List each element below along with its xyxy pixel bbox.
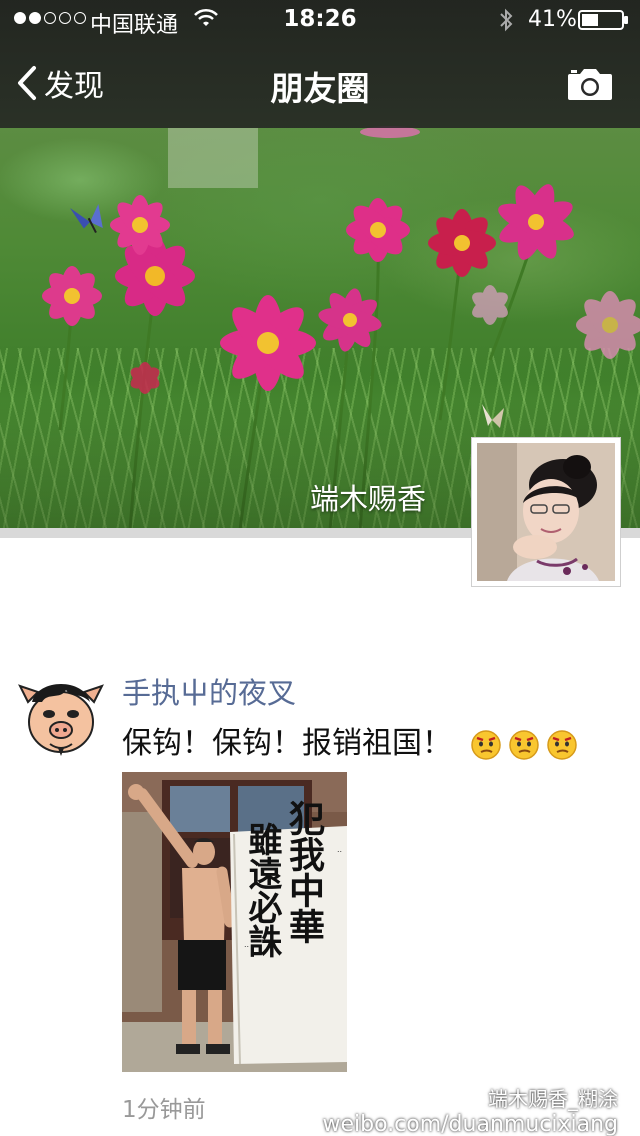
camera-icon[interactable]: [566, 66, 614, 102]
watermark-url: weibo.com/duanmucixiang: [322, 1112, 618, 1136]
back-button[interactable]: 发现: [16, 60, 104, 106]
banner-char: 雖遠必誅: [242, 822, 282, 958]
butterfly-icon: [70, 204, 103, 234]
status-bar: 中国联通 18:26 41%: [0, 0, 640, 40]
top-bar: 中国联通 18:26 41% 发现 朋友圈: [0, 0, 640, 128]
back-label: 发现: [44, 69, 104, 104]
bluetooth-icon: [500, 8, 513, 32]
watermark-user: 端木赐香_糊涂: [488, 1086, 618, 1111]
post-image[interactable]: 犯我中華 雖遠必誅 .. ..: [122, 772, 347, 1072]
svg-text:..: ..: [337, 845, 342, 854]
weibo-logo-icon: [441, 1084, 478, 1112]
profile-avatar[interactable]: [471, 437, 621, 587]
chevron-left-icon: [18, 66, 36, 100]
svg-text:..: ..: [244, 940, 249, 949]
banner-char: 犯我中華: [283, 800, 325, 944]
profile-name[interactable]: 端木赐香: [310, 476, 426, 518]
emoji-group: [470, 729, 578, 761]
profile-avatar-image: [477, 443, 615, 581]
smirk-emoji-icon: [508, 729, 539, 760]
pig-avatar-icon: [18, 672, 104, 758]
post-author-avatar[interactable]: [18, 672, 104, 758]
post-author-name[interactable]: 手执屮的夜叉: [122, 670, 296, 712]
smirk-emoji-icon: [546, 729, 577, 760]
post-timestamp: 1分钟前: [122, 1097, 206, 1123]
screen: 中国联通 18:26 41% 发现 朋友圈 端木赐香 手执屮的夜叉 保钩！保钩！…: [0, 0, 640, 1136]
battery-percent: 41%: [528, 7, 577, 32]
nav-bar: 发现 朋友圈: [0, 40, 640, 128]
post-text: 保钩！保钩！报销祖国！: [122, 718, 578, 762]
post-text-content: 保钩！保钩！报销祖国！: [122, 726, 452, 761]
smirk-emoji-icon: [470, 729, 501, 760]
battery-icon: [578, 10, 628, 30]
watermark: 端木赐香_糊涂 weibo.com/duanmucixiang: [322, 1082, 618, 1136]
watermark-line1: 端木赐香_糊涂: [322, 1082, 618, 1112]
